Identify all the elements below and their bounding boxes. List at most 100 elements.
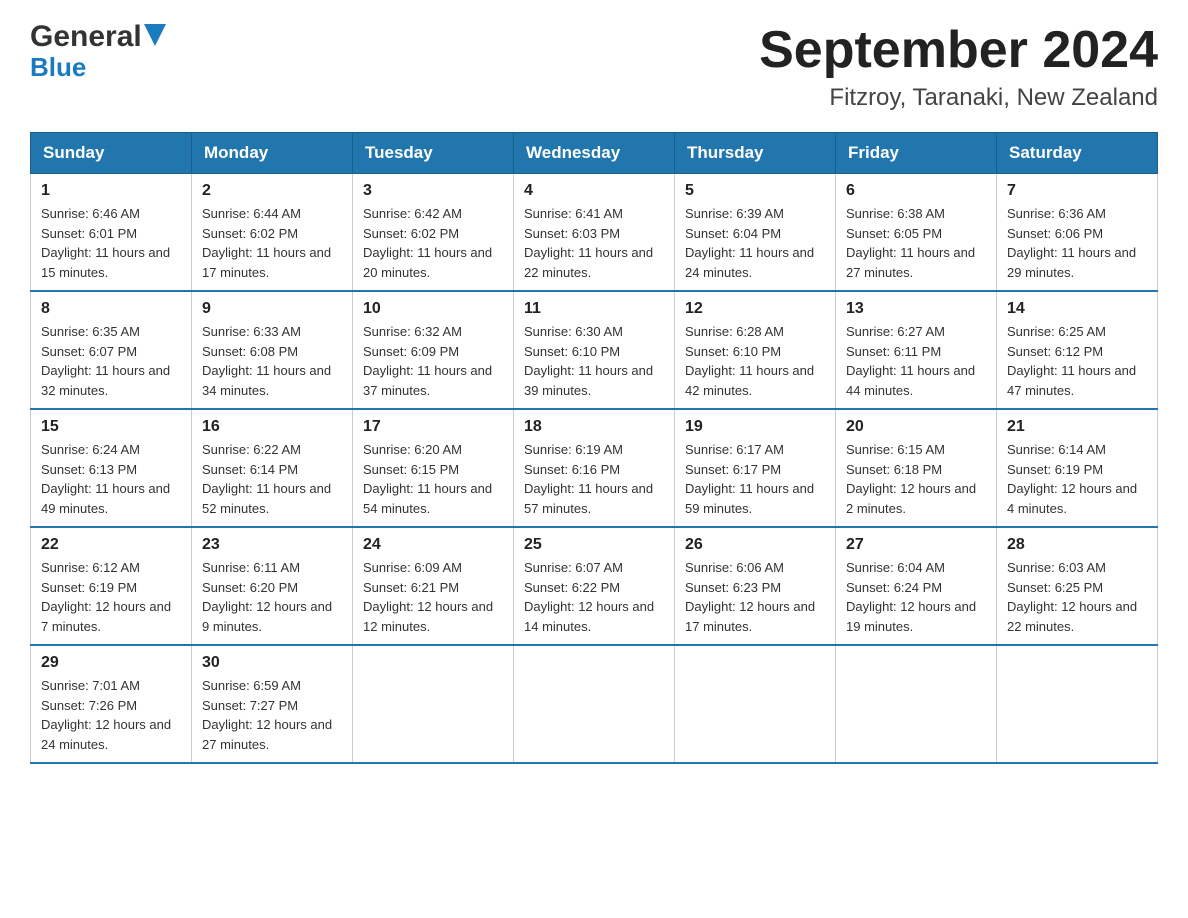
day-number: 13 xyxy=(846,300,986,318)
day-number: 19 xyxy=(685,418,825,436)
day-info: Sunrise: 6:19 AMSunset: 6:16 PMDaylight:… xyxy=(524,440,664,518)
calendar-cell xyxy=(675,645,836,763)
calendar-cell: 7 Sunrise: 6:36 AMSunset: 6:06 PMDaylight… xyxy=(997,174,1158,292)
day-info: Sunrise: 6:11 AMSunset: 6:20 PMDaylight:… xyxy=(202,558,342,636)
day-info: Sunrise: 6:28 AMSunset: 6:10 PMDaylight:… xyxy=(685,322,825,400)
day-info: Sunrise: 6:22 AMSunset: 6:14 PMDaylight:… xyxy=(202,440,342,518)
calendar-cell: 30 Sunrise: 6:59 AMSunset: 7:27 PMDayligh… xyxy=(192,645,353,763)
calendar-cell: 21 Sunrise: 6:14 AMSunset: 6:19 PMDayligh… xyxy=(997,409,1158,527)
calendar-cell: 14 Sunrise: 6:25 AMSunset: 6:12 PMDayligh… xyxy=(997,291,1158,409)
day-number: 21 xyxy=(1007,418,1147,436)
day-number: 16 xyxy=(202,418,342,436)
day-number: 20 xyxy=(846,418,986,436)
calendar-cell: 26 Sunrise: 6:06 AMSunset: 6:23 PMDayligh… xyxy=(675,527,836,645)
calendar-cell: 17Sunrise: 6:20 AMSunset: 6:15 PMDayligh… xyxy=(353,409,514,527)
day-number: 10 xyxy=(363,300,503,318)
header-day-wednesday: Wednesday xyxy=(514,133,675,174)
header-day-tuesday: Tuesday xyxy=(353,133,514,174)
day-number: 3 xyxy=(363,182,503,200)
day-info: Sunrise: 6:33 AMSunset: 6:08 PMDaylight:… xyxy=(202,322,342,400)
day-info: Sunrise: 6:14 AMSunset: 6:19 PMDaylight:… xyxy=(1007,440,1147,518)
calendar-cell xyxy=(836,645,997,763)
calendar-body: 1Sunrise: 6:46 AMSunset: 6:01 PMDaylight… xyxy=(31,174,1158,764)
calendar-cell xyxy=(997,645,1158,763)
calendar-cell: 9 Sunrise: 6:33 AMSunset: 6:08 PMDaylight… xyxy=(192,291,353,409)
logo-blue: Blue xyxy=(30,53,166,82)
day-info: Sunrise: 6:20 AMSunset: 6:15 PMDaylight:… xyxy=(363,440,503,518)
calendar-cell: 6Sunrise: 6:38 AMSunset: 6:05 PMDaylight… xyxy=(836,174,997,292)
calendar-cell: 24 Sunrise: 6:09 AMSunset: 6:21 PMDayligh… xyxy=(353,527,514,645)
logo-general: General xyxy=(30,20,142,53)
calendar-cell: 16 Sunrise: 6:22 AMSunset: 6:14 PMDayligh… xyxy=(192,409,353,527)
logo-name: General Blue xyxy=(30,20,166,82)
day-info: Sunrise: 6:36 AMSunset: 6:06 PMDaylight:… xyxy=(1007,204,1147,282)
day-info: Sunrise: 6:35 AMSunset: 6:07 PMDaylight:… xyxy=(41,322,181,400)
day-info: Sunrise: 6:32 AMSunset: 6:09 PMDaylight:… xyxy=(363,322,503,400)
calendar-cell: 4 Sunrise: 6:41 AMSunset: 6:03 PMDaylight… xyxy=(514,174,675,292)
calendar-cell: 20 Sunrise: 6:15 AMSunset: 6:18 PMDayligh… xyxy=(836,409,997,527)
day-info: Sunrise: 7:01 AMSunset: 7:26 PMDaylight:… xyxy=(41,676,181,754)
day-info: Sunrise: 6:09 AMSunset: 6:21 PMDaylight:… xyxy=(363,558,503,636)
day-number: 24 xyxy=(363,536,503,554)
day-info: Sunrise: 6:30 AMSunset: 6:10 PMDaylight:… xyxy=(524,322,664,400)
day-number: 5 xyxy=(685,182,825,200)
day-number: 9 xyxy=(202,300,342,318)
day-info: Sunrise: 6:39 AMSunset: 6:04 PMDaylight:… xyxy=(685,204,825,282)
page-header: General Blue September 2024 Fitzroy, Tar… xyxy=(30,20,1158,112)
day-number: 1 xyxy=(41,182,181,200)
day-info: Sunrise: 6:15 AMSunset: 6:18 PMDaylight:… xyxy=(846,440,986,518)
calendar-cell: 19 Sunrise: 6:17 AMSunset: 6:17 PMDayligh… xyxy=(675,409,836,527)
day-info: Sunrise: 6:42 AMSunset: 6:02 PMDaylight:… xyxy=(363,204,503,282)
day-info: Sunrise: 6:27 AMSunset: 6:11 PMDaylight:… xyxy=(846,322,986,400)
day-number: 26 xyxy=(685,536,825,554)
calendar-cell: 5 Sunrise: 6:39 AMSunset: 6:04 PMDaylight… xyxy=(675,174,836,292)
day-number: 18 xyxy=(524,418,664,436)
week-row-1: 1Sunrise: 6:46 AMSunset: 6:01 PMDaylight… xyxy=(31,174,1158,292)
calendar-cell: 10 Sunrise: 6:32 AMSunset: 6:09 PMDayligh… xyxy=(353,291,514,409)
page-subtitle: Fitzroy, Taranaki, New Zealand xyxy=(759,84,1158,112)
week-row-2: 8Sunrise: 6:35 AMSunset: 6:07 PMDaylight… xyxy=(31,291,1158,409)
day-info: Sunrise: 6:06 AMSunset: 6:23 PMDaylight:… xyxy=(685,558,825,636)
calendar-cell: 25Sunrise: 6:07 AMSunset: 6:22 PMDayligh… xyxy=(514,527,675,645)
day-number: 4 xyxy=(524,182,664,200)
day-info: Sunrise: 6:25 AMSunset: 6:12 PMDaylight:… xyxy=(1007,322,1147,400)
calendar-cell: 22 Sunrise: 6:12 AMSunset: 6:19 PMDayligh… xyxy=(31,527,192,645)
day-info: Sunrise: 6:04 AMSunset: 6:24 PMDaylight:… xyxy=(846,558,986,636)
day-number: 7 xyxy=(1007,182,1147,200)
day-info: Sunrise: 6:03 AMSunset: 6:25 PMDaylight:… xyxy=(1007,558,1147,636)
day-info: Sunrise: 6:44 AMSunset: 6:02 PMDaylight:… xyxy=(202,204,342,282)
week-row-4: 22 Sunrise: 6:12 AMSunset: 6:19 PMDayligh… xyxy=(31,527,1158,645)
calendar-cell: 15 Sunrise: 6:24 AMSunset: 6:13 PMDayligh… xyxy=(31,409,192,527)
day-info: Sunrise: 6:24 AMSunset: 6:13 PMDaylight:… xyxy=(41,440,181,518)
day-number: 15 xyxy=(41,418,181,436)
calendar-cell: 1Sunrise: 6:46 AMSunset: 6:01 PMDaylight… xyxy=(31,174,192,292)
day-info: Sunrise: 6:12 AMSunset: 6:19 PMDaylight:… xyxy=(41,558,181,636)
day-number: 2 xyxy=(202,182,342,200)
day-info: Sunrise: 6:17 AMSunset: 6:17 PMDaylight:… xyxy=(685,440,825,518)
day-number: 11 xyxy=(524,300,664,318)
header-day-sunday: Sunday xyxy=(31,133,192,174)
header-day-friday: Friday xyxy=(836,133,997,174)
day-number: 28 xyxy=(1007,536,1147,554)
calendar-cell: 11 Sunrise: 6:30 AMSunset: 6:10 PMDayligh… xyxy=(514,291,675,409)
header-day-thursday: Thursday xyxy=(675,133,836,174)
day-number: 22 xyxy=(41,536,181,554)
calendar-table: SundayMondayTuesdayWednesdayThursdayFrid… xyxy=(30,132,1158,764)
calendar-cell: 28 Sunrise: 6:03 AMSunset: 6:25 PMDayligh… xyxy=(997,527,1158,645)
calendar-cell: 13 Sunrise: 6:27 AMSunset: 6:11 PMDayligh… xyxy=(836,291,997,409)
calendar-cell xyxy=(514,645,675,763)
day-info: Sunrise: 6:41 AMSunset: 6:03 PMDaylight:… xyxy=(524,204,664,282)
header-day-saturday: Saturday xyxy=(997,133,1158,174)
calendar-cell: 12Sunrise: 6:28 AMSunset: 6:10 PMDayligh… xyxy=(675,291,836,409)
day-number: 14 xyxy=(1007,300,1147,318)
calendar-cell: 18 Sunrise: 6:19 AMSunset: 6:16 PMDayligh… xyxy=(514,409,675,527)
calendar-header: SundayMondayTuesdayWednesdayThursdayFrid… xyxy=(31,133,1158,174)
week-row-5: 29 Sunrise: 7:01 AMSunset: 7:26 PMDayligh… xyxy=(31,645,1158,763)
day-number: 29 xyxy=(41,654,181,672)
day-number: 30 xyxy=(202,654,342,672)
day-info: Sunrise: 6:59 AMSunset: 7:27 PMDaylight:… xyxy=(202,676,342,754)
logo: General Blue xyxy=(30,20,166,82)
header-day-monday: Monday xyxy=(192,133,353,174)
calendar-cell: 29 Sunrise: 7:01 AMSunset: 7:26 PMDayligh… xyxy=(31,645,192,763)
calendar-cell xyxy=(353,645,514,763)
